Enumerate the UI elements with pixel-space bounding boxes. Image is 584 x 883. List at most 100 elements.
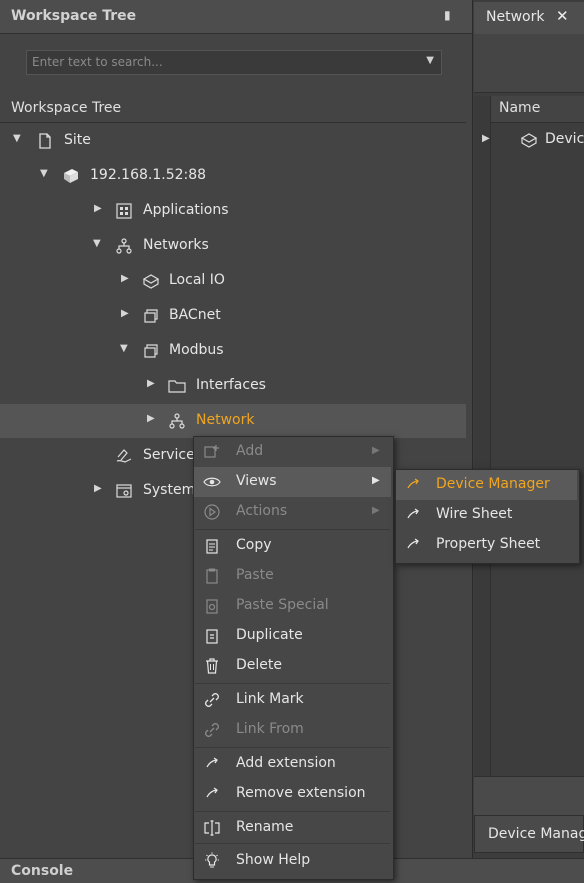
extension-icon [206,757,218,768]
views-submenu: Device Manager Wire Sheet Property Sheet [395,469,580,564]
tree-label: Site [64,132,91,148]
menu-item-rename[interactable]: Rename [194,813,391,843]
console-title: Console [11,863,74,879]
submenu-item-property-sheet[interactable]: Property Sheet [396,530,577,560]
toolbar [474,34,584,93]
menu-divider [195,529,390,530]
system-icon [116,484,132,498]
search-placeholder: Enter text to search... [32,55,163,69]
tree-label: System [143,482,196,498]
chevron-right-icon: ▶ [372,505,380,516]
view-icon [407,478,419,489]
submenu-item-wire-sheet[interactable]: Wire Sheet [396,500,577,530]
panel-title: Workspace Tree [11,8,137,24]
protocol-icon [144,344,158,358]
view-icon [407,508,419,519]
menu-item-link-from[interactable]: Link From [194,715,391,745]
search-input[interactable]: Enter text to search... ▼ [26,50,442,75]
chevron-down-icon[interactable]: ▼ [13,133,21,144]
tree-item-modbus[interactable]: ▼ Modbus [0,334,466,368]
device-icon [142,274,160,289]
copy-icon [206,539,218,554]
chevron-right-icon[interactable]: ▶ [94,483,102,494]
menu-item-remove-extension[interactable]: Remove extension [194,779,391,809]
tree-item-applications[interactable]: ▶ Applications [0,194,466,228]
submenu-item-device-manager[interactable]: Device Manager [396,470,577,500]
chevron-down-icon[interactable]: ▼ [93,238,101,249]
menu-item-views[interactable]: Views ▶ [194,467,391,497]
menu-item-label: Link From [236,721,304,737]
help-lightbulb-icon [205,852,219,868]
menu-divider [195,747,390,748]
tree-item-bacnet[interactable]: ▶ BACnet [0,299,466,333]
menu-item-copy[interactable]: Copy [194,531,391,561]
chevron-right-icon[interactable]: ▶ [482,133,490,144]
menu-item-label: Delete [236,657,282,673]
station-icon [64,169,78,183]
chevron-right-icon: ▶ [372,475,380,486]
folder-icon [168,380,186,393]
paste-special-icon [206,599,218,614]
menu-item-show-help[interactable]: Show Help [194,846,391,876]
column-header-label: Name [499,100,541,116]
eye-icon [203,477,221,487]
chevron-right-icon[interactable]: ▶ [147,378,155,389]
tree-column-header: Workspace Tree [0,96,466,123]
name-column-header[interactable]: Name [490,96,584,123]
chevron-right-icon[interactable]: ▶ [121,273,129,284]
trash-icon [206,658,218,674]
applications-icon [116,203,132,219]
menu-item-label: Views [236,473,277,489]
menu-item-add-extension[interactable]: Add extension [194,749,391,779]
tree-item-local-io[interactable]: ▶ Local IO [0,264,466,298]
tree-item-network[interactable]: ▶ Network [0,404,466,438]
menu-item-label: Remove extension [236,785,366,801]
panel-header: Workspace Tree ▮ [0,0,472,34]
chevron-right-icon[interactable]: ▶ [147,413,155,424]
services-icon [116,449,132,463]
menu-item-delete[interactable]: Delete [194,651,391,681]
tab-network[interactable]: Network ✕ [474,2,584,34]
status-bar [474,776,584,815]
table-row[interactable]: ▶ Device [474,123,584,157]
menu-item-actions[interactable]: Actions ▶ [194,497,391,527]
close-icon[interactable]: ✕ [556,7,569,25]
menu-item-label: Link Mark [236,691,304,707]
tree-label: BACnet [169,307,221,323]
menu-item-link-mark[interactable]: Link Mark [194,685,391,715]
tree-item-networks[interactable]: ▼ Networks [0,229,466,263]
menu-item-add[interactable]: Add ▶ [194,437,391,467]
pin-icon[interactable]: ▮ [444,8,451,22]
chevron-down-icon[interactable]: ▼ [120,343,128,354]
menu-item-label: Paste Special [236,597,329,613]
extension-icon [206,787,218,798]
tree-label: Applications [143,202,229,218]
play-icon [204,504,220,520]
tab-device-manager[interactable]: Device Manager [474,815,584,853]
chevron-down-icon[interactable]: ▼ [40,168,48,179]
chevron-right-icon: ▶ [372,445,380,456]
add-icon [204,445,219,458]
menu-item-duplicate[interactable]: Duplicate [194,621,391,651]
menu-item-label: Paste [236,567,274,583]
menu-item-label: Show Help [236,852,311,868]
tree-item-interfaces[interactable]: ▶ Interfaces [0,369,466,403]
chevron-right-icon[interactable]: ▶ [94,203,102,214]
chevron-right-icon[interactable]: ▶ [121,308,129,319]
menu-divider [195,683,390,684]
tree-item-station[interactable]: ▼ 192.168.1.52:88 [0,159,466,193]
tree-label: Interfaces [196,377,266,393]
tree-label: Local IO [169,272,225,288]
chevron-down-icon[interactable]: ▼ [426,55,434,66]
column-header-label: Workspace Tree [11,100,122,116]
menu-item-paste-special[interactable]: Paste Special [194,591,391,621]
tab-label: Device Manager [488,826,584,842]
menu-item-label: Duplicate [236,627,303,643]
context-menu: Add ▶ Views ▶ Actions ▶ Copy Paste Paste… [193,436,394,880]
menu-item-paste[interactable]: Paste [194,561,391,591]
device-icon [520,133,538,148]
menu-item-label: Copy [236,537,272,553]
menu-item-label: Property Sheet [436,536,541,552]
menu-divider [195,811,390,812]
tree-item-site[interactable]: ▼ Site [0,124,466,158]
